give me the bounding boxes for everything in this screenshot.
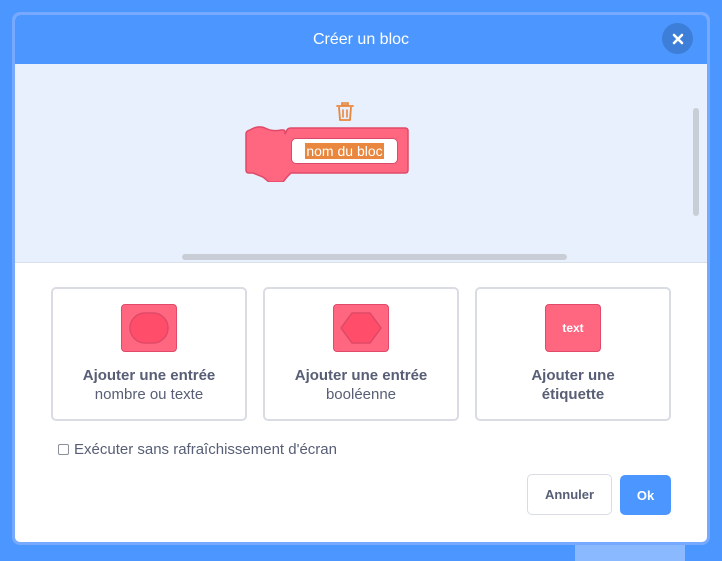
horizontal-scrollbar[interactable] [182,254,567,260]
add-boolean-input-card[interactable]: Ajouter une entrée booléenne [263,287,459,421]
custom-block-preview[interactable]: nom du bloc [245,126,409,183]
block-name-input[interactable]: nom du bloc [291,138,398,164]
card-title: Ajouter une entrée [82,367,216,384]
dialog-title: Créer un bloc [312,30,410,48]
run-without-refresh-label: Exécuter sans rafraîchissement d'écran [74,441,337,458]
close-button[interactable] [662,23,693,54]
trash-icon[interactable] [336,102,354,122]
card-subtitle: nombre ou texte [94,386,204,403]
run-without-refresh-option[interactable]: Exécuter sans rafraîchissement d'écran [58,441,337,458]
label-icon: text [545,304,601,352]
card-subtitle: booléenne [325,386,397,403]
close-icon [672,33,683,44]
dialog-header: Créer un bloc [15,15,707,64]
add-label-card[interactable]: text Ajouter une étiquette [475,287,671,421]
number-text-input-icon [121,304,177,352]
create-block-dialog: Créer un bloc nom du bloc Ajouter une en… [12,12,710,545]
block-name-text: nom du bloc [305,143,384,159]
ok-button[interactable]: Ok [620,475,671,515]
card-subtitle: étiquette [541,386,605,403]
label-icon-text: text [562,321,584,335]
boolean-input-icon [333,304,389,352]
add-input-options: Ajouter une entrée nombre ou texte Ajout… [51,287,673,421]
cancel-button[interactable]: Annuler [527,474,612,515]
add-number-text-input-card[interactable]: Ajouter une entrée nombre ou texte [51,287,247,421]
run-without-refresh-checkbox[interactable] [58,444,69,455]
card-title: Ajouter une entrée [294,367,428,384]
vertical-scrollbar[interactable] [693,108,699,216]
block-preview-workspace[interactable]: nom du bloc [15,64,707,263]
card-title: Ajouter une [531,367,615,384]
